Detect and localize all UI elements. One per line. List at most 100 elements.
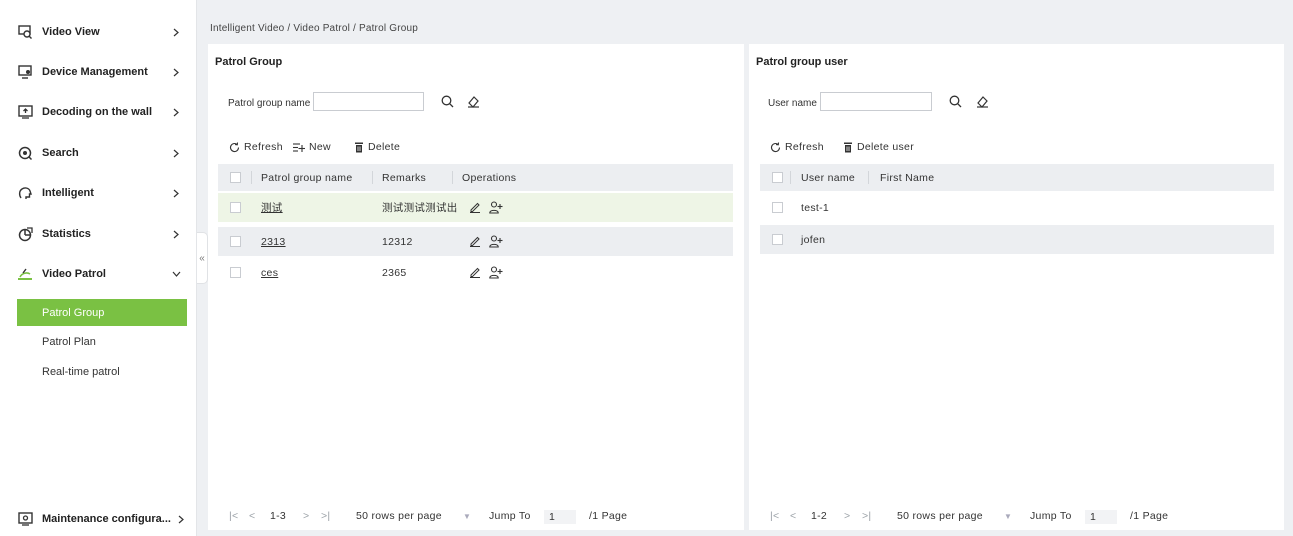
add-user-icon[interactable] xyxy=(489,200,503,214)
patrol-group-name-input[interactable] xyxy=(313,92,424,111)
remarks-cell: 测试测试测试出 xyxy=(382,202,458,214)
user-name-input[interactable] xyxy=(820,92,932,111)
group-name-link[interactable]: 测试 xyxy=(261,193,283,222)
rows-per-page-select[interactable]: 50 rows per page xyxy=(356,510,442,522)
table-row[interactable]: 2313 12312 xyxy=(218,227,733,256)
row-checkbox[interactable] xyxy=(230,236,241,247)
dropdown-caret-icon[interactable]: ▼ xyxy=(463,512,471,521)
eraser-icon[interactable] xyxy=(466,94,480,108)
column-remarks[interactable]: Remarks xyxy=(382,164,426,191)
column-user-name[interactable]: User name xyxy=(801,164,855,191)
table-row[interactable]: 测试 测试测试测试出 xyxy=(218,193,733,222)
submenu-real-time-patrol[interactable]: Real-time patrol xyxy=(17,358,187,385)
column-patrol-group-name[interactable]: Patrol group name xyxy=(261,164,352,191)
menu-statistics[interactable]: Statistics xyxy=(0,214,197,254)
pagination: |< < 1-3 > >| 50 rows per page ▼ Jump To… xyxy=(229,510,729,526)
dropdown-caret-icon[interactable]: ▼ xyxy=(1004,512,1012,521)
page-number-input[interactable] xyxy=(1085,510,1117,524)
jump-to-label: Jump To xyxy=(489,510,531,522)
patrol-group-panel: Patrol Group Patrol group name Refresh N… xyxy=(208,44,744,530)
filter-label: User name xyxy=(768,98,817,109)
next-page-button[interactable]: > xyxy=(303,510,309,522)
jump-to-label: Jump To xyxy=(1030,510,1072,522)
column-divider xyxy=(251,171,252,184)
prev-page-button[interactable]: < xyxy=(790,510,796,522)
delete-user-label: Delete user xyxy=(857,141,914,153)
edit-icon[interactable] xyxy=(468,234,482,248)
menu-device-management[interactable]: Device Management xyxy=(0,52,197,92)
refresh-button[interactable]: Refresh xyxy=(770,141,824,153)
select-all-checkbox[interactable] xyxy=(230,172,241,183)
new-label: New xyxy=(309,141,331,153)
remarks-cell: 2365 xyxy=(382,266,407,279)
chevron-right-icon xyxy=(171,107,181,117)
edit-icon[interactable] xyxy=(468,200,482,214)
chevron-right-icon xyxy=(171,188,181,198)
trash-icon xyxy=(355,142,363,152)
sidebar-collapse-button[interactable]: « xyxy=(197,232,208,284)
edit-icon[interactable] xyxy=(468,265,482,279)
table-row[interactable]: jofen xyxy=(760,225,1274,254)
submenu-patrol-group[interactable]: Patrol Group xyxy=(17,299,187,326)
select-all-checkbox[interactable] xyxy=(772,172,783,183)
menu-search[interactable]: Search xyxy=(0,133,197,173)
menu-maintenance[interactable]: Maintenance configura... xyxy=(0,502,197,536)
first-page-button[interactable]: |< xyxy=(770,510,779,522)
pagination: |< < 1-2 > >| 50 rows per page ▼ Jump To… xyxy=(770,510,1270,526)
panel-title: Patrol group user xyxy=(756,56,848,68)
search-icon[interactable] xyxy=(948,94,962,108)
sidebar: Video View Device Management Decoding on… xyxy=(0,0,197,536)
add-user-icon[interactable] xyxy=(489,265,503,279)
menu-video-view[interactable]: Video View xyxy=(0,12,197,52)
table-row[interactable]: test-1 xyxy=(760,193,1274,222)
menu-label: Search xyxy=(42,147,79,159)
table-header: Patrol group name Remarks Operations xyxy=(218,164,733,191)
menu-label: Decoding on the wall xyxy=(42,106,153,118)
menu-label: Maintenance configura... xyxy=(42,513,171,525)
panel-title: Patrol Group xyxy=(215,56,283,68)
page-number-input[interactable] xyxy=(544,510,576,524)
refresh-button[interactable]: Refresh xyxy=(229,141,283,153)
breadcrumb: Intelligent Video / Video Patrol / Patro… xyxy=(210,23,419,34)
menu-label: Intelligent xyxy=(42,187,94,199)
row-checkbox[interactable] xyxy=(230,202,241,213)
eraser-icon[interactable] xyxy=(975,94,989,108)
refresh-icon xyxy=(771,141,781,152)
column-operations: Operations xyxy=(462,171,517,184)
row-checkbox[interactable] xyxy=(230,267,241,278)
device-management-icon xyxy=(17,64,33,80)
remarks-cell: 12312 xyxy=(382,235,413,248)
menu-label: Video View xyxy=(42,26,100,38)
group-name-link[interactable]: ces xyxy=(261,258,278,287)
last-page-button[interactable]: >| xyxy=(321,510,330,522)
next-page-button[interactable]: > xyxy=(844,510,850,522)
menu-decoding-wall[interactable]: Decoding on the wall xyxy=(0,92,197,132)
group-name-link[interactable]: 2313 xyxy=(261,227,286,256)
add-user-icon[interactable] xyxy=(489,234,503,248)
first-page-button[interactable]: |< xyxy=(229,510,238,522)
trash-icon xyxy=(844,142,852,152)
column-divider xyxy=(372,171,373,184)
row-checkbox[interactable] xyxy=(772,234,783,245)
submenu-patrol-plan[interactable]: Patrol Plan xyxy=(17,328,187,355)
search-icon[interactable] xyxy=(440,94,454,108)
page-total: /1 Page xyxy=(1130,510,1169,522)
column-first-name[interactable]: First Name xyxy=(880,164,934,191)
chevron-right-icon xyxy=(171,67,181,77)
menu-intelligent[interactable]: Intelligent xyxy=(0,173,197,213)
rows-per-page-select[interactable]: 50 rows per page xyxy=(897,510,983,522)
menu-video-patrol[interactable]: Video Patrol xyxy=(0,254,197,294)
row-checkbox[interactable] xyxy=(772,202,783,213)
user-name-cell: test-1 xyxy=(801,201,830,214)
table-row[interactable]: ces 2365 xyxy=(218,258,733,287)
prev-page-button[interactable]: < xyxy=(249,510,255,522)
new-button[interactable]: New xyxy=(293,141,331,153)
delete-button[interactable]: Delete xyxy=(354,141,400,153)
decoding-wall-icon xyxy=(17,104,33,120)
menu-label: Device Management xyxy=(42,66,148,78)
menu-label: Statistics xyxy=(42,228,91,240)
column-divider xyxy=(868,171,869,184)
last-page-button[interactable]: >| xyxy=(862,510,871,522)
delete-user-button[interactable]: Delete user xyxy=(843,141,914,153)
delete-label: Delete xyxy=(368,141,401,153)
